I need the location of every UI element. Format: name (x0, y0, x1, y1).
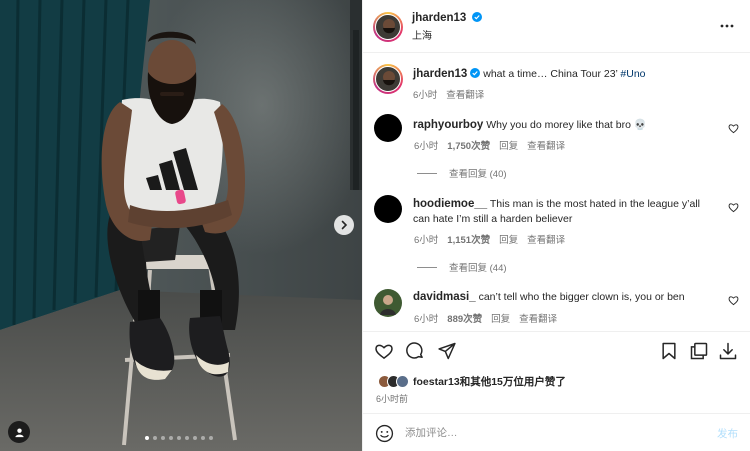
comment-time[interactable]: 6小时 (414, 311, 438, 325)
post-location[interactable]: 上海 (412, 27, 482, 42)
author-username[interactable]: jharden13 (412, 12, 466, 24)
divider-line (417, 172, 437, 174)
comment-meta: 6小时 1,151次赞 回复 查看翻译 (414, 232, 565, 246)
author-avatar[interactable] (373, 12, 403, 42)
comment: hoodiemoe__ This man is the most hated i… (413, 197, 718, 227)
like-comment-icon[interactable] (728, 202, 739, 213)
comment-username[interactable]: davidmasi_ (413, 291, 476, 303)
view-replies-label: 查看回复 (44) (449, 263, 507, 274)
comment-meta: 6小时 889次赞 回复 查看翻译 (414, 311, 557, 325)
post-dialog: jharden13 上海 jharden13 what a time… Chin… (0, 0, 750, 451)
download-icon[interactable] (718, 341, 738, 361)
comment-avatar[interactable] (374, 114, 402, 142)
carousel-dot (161, 436, 165, 440)
verified-badge-icon (470, 68, 481, 78)
comment-avatar[interactable] (374, 289, 402, 317)
likes-summary[interactable]: foestar13和其他15万位用户赞了 (413, 374, 566, 389)
carousel-dot (153, 436, 157, 440)
view-replies-label: 查看回复 (40) (449, 169, 507, 180)
comment-bubble-icon[interactable] (405, 341, 425, 361)
divider-line (417, 266, 437, 268)
comment-likes[interactable]: 1,151次赞 (447, 232, 490, 246)
author-info: jharden13 上海 (412, 12, 483, 42)
comment-input[interactable] (405, 424, 705, 442)
caption-hashtag[interactable]: #Uno (620, 68, 645, 80)
bookmark-save-icon[interactable] (659, 341, 679, 361)
photo-scene (0, 0, 362, 451)
view-replies-button[interactable]: 查看回复 (44) (417, 260, 507, 274)
carousel-dot (193, 436, 197, 440)
comment-time[interactable]: 6小时 (414, 232, 438, 246)
comment-text: Why you do morey like that bro 💀 (486, 119, 647, 131)
liker-avatar (396, 375, 409, 388)
comment-likes[interactable]: 889次赞 (447, 311, 482, 325)
post-photo[interactable] (0, 0, 362, 451)
caption-username[interactable]: jharden13 (413, 68, 467, 80)
carousel-dot (209, 436, 213, 440)
like-comment-icon[interactable] (728, 123, 739, 134)
caption-meta: 6小时 查看翻译 (413, 87, 484, 101)
caption-time[interactable]: 6小时 (413, 87, 437, 101)
reply-button[interactable]: 回复 (491, 311, 510, 325)
user-tag-icon (14, 427, 24, 437)
liked-by[interactable]: foestar13和其他15万位用户赞了 (378, 374, 566, 389)
post-comment-button[interactable]: 发布 (717, 426, 738, 441)
comment-text: can’t tell who the bigger clown is, you … (478, 291, 685, 303)
next-photo-button[interactable] (334, 215, 354, 235)
post-time[interactable]: 6小时前 (376, 392, 408, 405)
carousel-dot (177, 436, 181, 440)
like-comment-icon[interactable] (728, 295, 739, 306)
translate-button[interactable]: 查看翻译 (519, 311, 557, 325)
carousel-dot (169, 436, 173, 440)
caption-author-avatar[interactable] (373, 64, 403, 94)
carousel-indicator (145, 436, 213, 440)
comment: raphyourboy Why you do morey like that b… (413, 118, 723, 133)
comment-time[interactable]: 6小时 (414, 138, 438, 152)
comment: davidmasi_ can’t tell who the bigger clo… (413, 290, 718, 305)
more-horizontal-icon (720, 24, 734, 28)
translate-button[interactable]: 查看翻译 (527, 232, 565, 246)
copy-embed-icon[interactable] (689, 341, 709, 361)
actions-divider (363, 331, 750, 332)
reply-button[interactable]: 回复 (499, 232, 518, 246)
verified-badge-icon (472, 12, 483, 22)
reply-button[interactable]: 回复 (499, 138, 518, 152)
caption-text: what a time… China Tour 23’ (483, 68, 618, 80)
comment-username[interactable]: hoodiemoe__ (413, 198, 487, 210)
comment-meta: 6小时 1,750次赞 回复 查看翻译 (414, 138, 565, 152)
comment-likes[interactable]: 1,750次赞 (447, 138, 490, 152)
view-replies-button[interactable]: 查看回复 (40) (417, 166, 507, 180)
caption: jharden13 what a time… China Tour 23’ #U… (413, 67, 733, 82)
tagged-users-button[interactable] (8, 421, 30, 443)
comment-avatar[interactable] (374, 195, 402, 223)
carousel-dot (185, 436, 189, 440)
chevron-right-icon (341, 220, 348, 230)
emoji-icon[interactable] (375, 424, 394, 443)
carousel-dot (145, 436, 149, 440)
more-options-button[interactable] (719, 18, 735, 37)
translate-button[interactable]: 查看翻译 (527, 138, 565, 152)
share-send-icon[interactable] (437, 341, 457, 361)
caption-translate-button[interactable]: 查看翻译 (446, 87, 484, 101)
carousel-dot (201, 436, 205, 440)
add-comment-bar: 发布 (362, 413, 750, 451)
comment-username[interactable]: raphyourboy (413, 119, 483, 131)
like-heart-icon[interactable] (374, 341, 394, 361)
